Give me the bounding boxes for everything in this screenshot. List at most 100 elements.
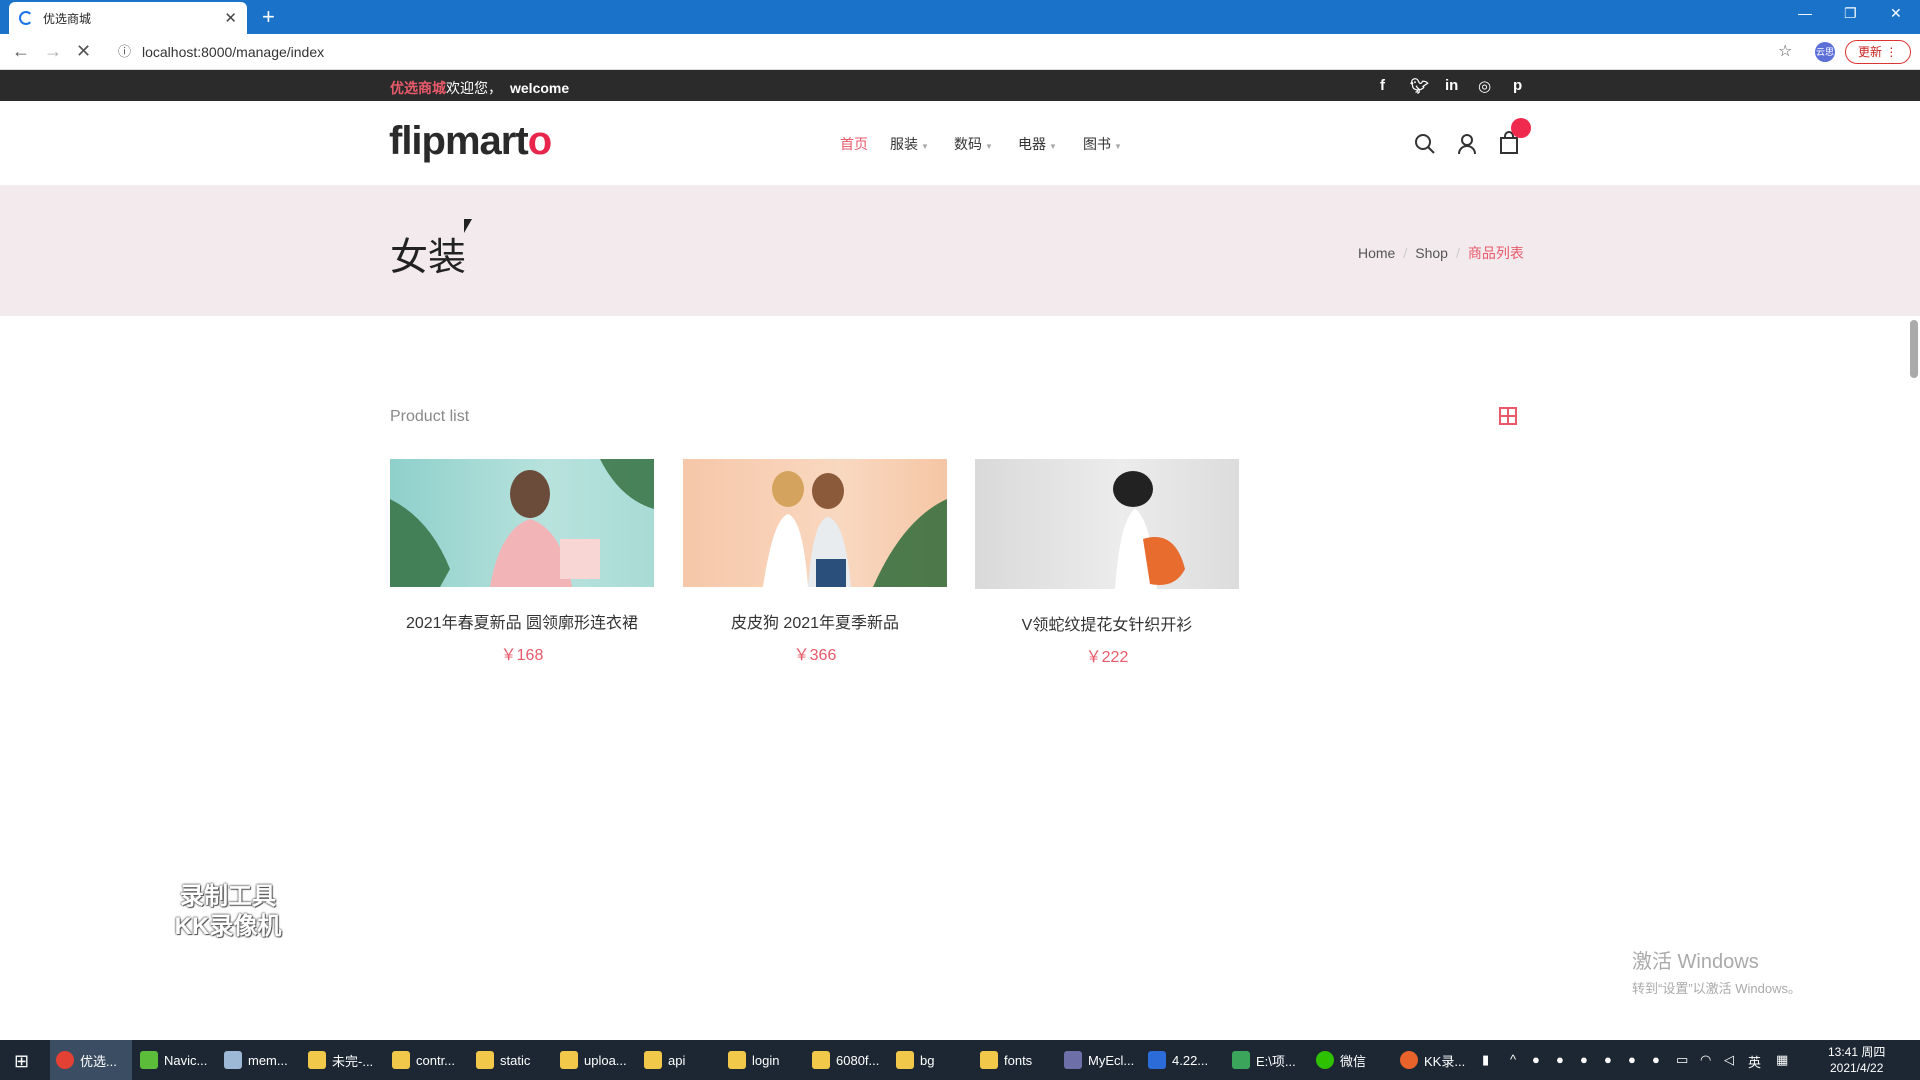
stop-icon[interactable]: ✕ [76,41,91,62]
product-card[interactable]: V领蛇纹提花女针织开衫 ￥222 [975,459,1239,667]
folder-icon [980,1051,998,1069]
tray-app-icon[interactable]: ● [1532,1052,1540,1067]
close-window-icon[interactable]: ✕ [1890,5,1902,22]
nav-home[interactable]: 首页 [840,134,868,154]
tray-app-icon[interactable]: ● [1604,1052,1612,1067]
info-icon[interactable]: ⓘ [118,39,131,65]
taskbar-item[interactable]: api [638,1040,720,1080]
chevron-down-icon: ▼ [1049,142,1057,151]
taskbar-item[interactable]: 4.22... [1142,1040,1224,1080]
product-price: ￥222 [1085,649,1129,666]
linkedin-icon[interactable]: in [1445,77,1458,94]
restore-icon[interactable]: ❐ [1844,5,1857,22]
tray-volume-icon[interactable]: ◁ [1724,1052,1734,1068]
mouse-cursor-icon [464,219,472,233]
breadcrumb-home[interactable]: Home [1358,245,1395,261]
taskbar-clock[interactable]: 13:41 周四 2021/4/22 [1828,1044,1885,1076]
folder-icon [308,1051,326,1069]
taskbar-label: Navic... [164,1052,208,1068]
product-price: ￥168 [500,647,544,664]
site-logo[interactable]: flipmarto [389,119,552,164]
watermark-line1: 录制工具 [180,883,276,910]
clock-time: 13:41 周四 [1828,1045,1886,1059]
tray-chevron-up-icon[interactable]: ^ [1510,1052,1516,1067]
url-field[interactable]: ⓘ localhost:8000/manage/index [116,39,1906,65]
grid-view-icon[interactable] [1499,407,1517,425]
extension-icon[interactable]: 云思 [1815,42,1835,62]
taskbar-item[interactable]: E:\项... [1226,1040,1308,1080]
user-icon[interactable] [1457,133,1477,155]
folder-icon [560,1051,578,1069]
activate-subtitle: 转到“设置”以激活 Windows。 [1632,981,1802,996]
taskbar-item[interactable]: 未完-... [302,1040,384,1080]
word-icon [1148,1051,1166,1069]
breadcrumb-shop[interactable]: Shop [1415,245,1448,261]
tray-app-icon[interactable]: ● [1556,1052,1564,1067]
close-tab-icon[interactable]: ✕ [224,9,237,27]
product-card[interactable]: 皮皮狗 2021年夏季新品 ￥366 [683,459,947,665]
tray-app-icon[interactable]: ● [1580,1052,1588,1067]
taskbar-item[interactable]: bg [890,1040,972,1080]
page-scrollbar[interactable] [1910,320,1918,378]
bookmark-star-icon[interactable]: ☆ [1778,41,1792,61]
taskbar-item[interactable]: 6080f... [806,1040,888,1080]
product-image[interactable] [975,459,1239,589]
windows-start-icon[interactable]: ⊞ [14,1051,29,1072]
ime-indicator[interactable]: 英 [1748,1052,1761,1071]
taskbar-item[interactable]: fonts [974,1040,1056,1080]
product-name[interactable]: 皮皮狗 2021年夏季新品 [683,609,947,633]
product-card[interactable]: 2021年春夏新品 圆领廓形连衣裙 ￥168 [390,459,654,665]
taskbar-item[interactable]: 微信 [1310,1040,1392,1080]
taskbar-label: uploa... [584,1052,627,1068]
nav-home-label: 首页 [840,136,868,152]
nav-books[interactable]: 图书 ▼ [1083,134,1122,154]
taskbar-item[interactable]: login [722,1040,804,1080]
tray-battery-icon[interactable]: ▮ [1482,1052,1489,1068]
taskbar-item[interactable]: mem... [218,1040,300,1080]
product-name[interactable]: 2021年春夏新品 圆领廓形连衣裙 [390,609,654,633]
tray-power-icon[interactable]: ▭ [1676,1052,1688,1068]
taskbar-label: 4.22... [1172,1052,1209,1068]
tray-app-icon[interactable]: ● [1628,1052,1636,1067]
product-image[interactable] [683,459,947,587]
nav-books-label: 图书 [1083,136,1111,152]
taskbar-label: bg [920,1052,935,1068]
tray-keyboard-icon[interactable]: ▦ [1776,1052,1788,1068]
twitter-icon[interactable]: 🐦︎ [1410,77,1429,95]
taskbar-item[interactable]: Navic... [134,1040,216,1080]
nav-digital[interactable]: 数码 ▼ [954,134,993,154]
folder-icon [812,1051,830,1069]
page-title: 女装 [390,237,467,279]
logo-o: o [527,119,552,163]
minimize-icon[interactable]: — [1798,5,1812,21]
back-icon[interactable]: ← [12,41,30,62]
nav-appliances-label: 电器 [1018,136,1046,152]
taskbar-item[interactable]: 优选... [50,1040,132,1080]
taskbar-item[interactable]: static [470,1040,552,1080]
taskbar-item[interactable]: contr... [386,1040,468,1080]
instagram-icon[interactable]: ◎ [1478,77,1491,95]
folder-icon [896,1051,914,1069]
update-button[interactable]: 更新 ⋮ [1845,40,1911,64]
taskbar-item[interactable]: uploa... [554,1040,636,1080]
nav-appliances[interactable]: 电器 ▼ [1018,134,1057,154]
forward-icon[interactable]: → [44,41,62,62]
product-name[interactable]: V领蛇纹提花女针织开衫 [975,611,1239,635]
app-icon [224,1051,242,1069]
tray-network-icon[interactable]: ◠ [1700,1052,1711,1068]
taskbar-item[interactable]: KK录... [1394,1040,1476,1080]
pinterest-icon[interactable]: p [1513,77,1522,94]
site-header: flipmarto 首页 服装 ▼ 数码 ▼ 电器 ▼ 图书 ▼ [0,101,1920,186]
new-tab-button[interactable]: + [262,4,275,30]
browser-tab-bar: 优选商城 ✕ + — ❐ ✕ [0,0,1920,34]
tray-wechat-icon[interactable]: ● [1652,1052,1660,1067]
browser-tab[interactable]: 优选商城 ✕ [9,2,247,34]
nav-clothing[interactable]: 服装 ▼ [890,134,929,154]
cart-badge [1511,118,1531,138]
product-image[interactable] [390,459,654,587]
chevron-down-icon: ▼ [985,142,993,151]
clock-date: 2021/4/22 [1829,1061,1884,1075]
facebook-icon[interactable]: f [1380,77,1385,94]
search-icon[interactable] [1414,133,1436,155]
taskbar-item[interactable]: MyEcl... [1058,1040,1140,1080]
